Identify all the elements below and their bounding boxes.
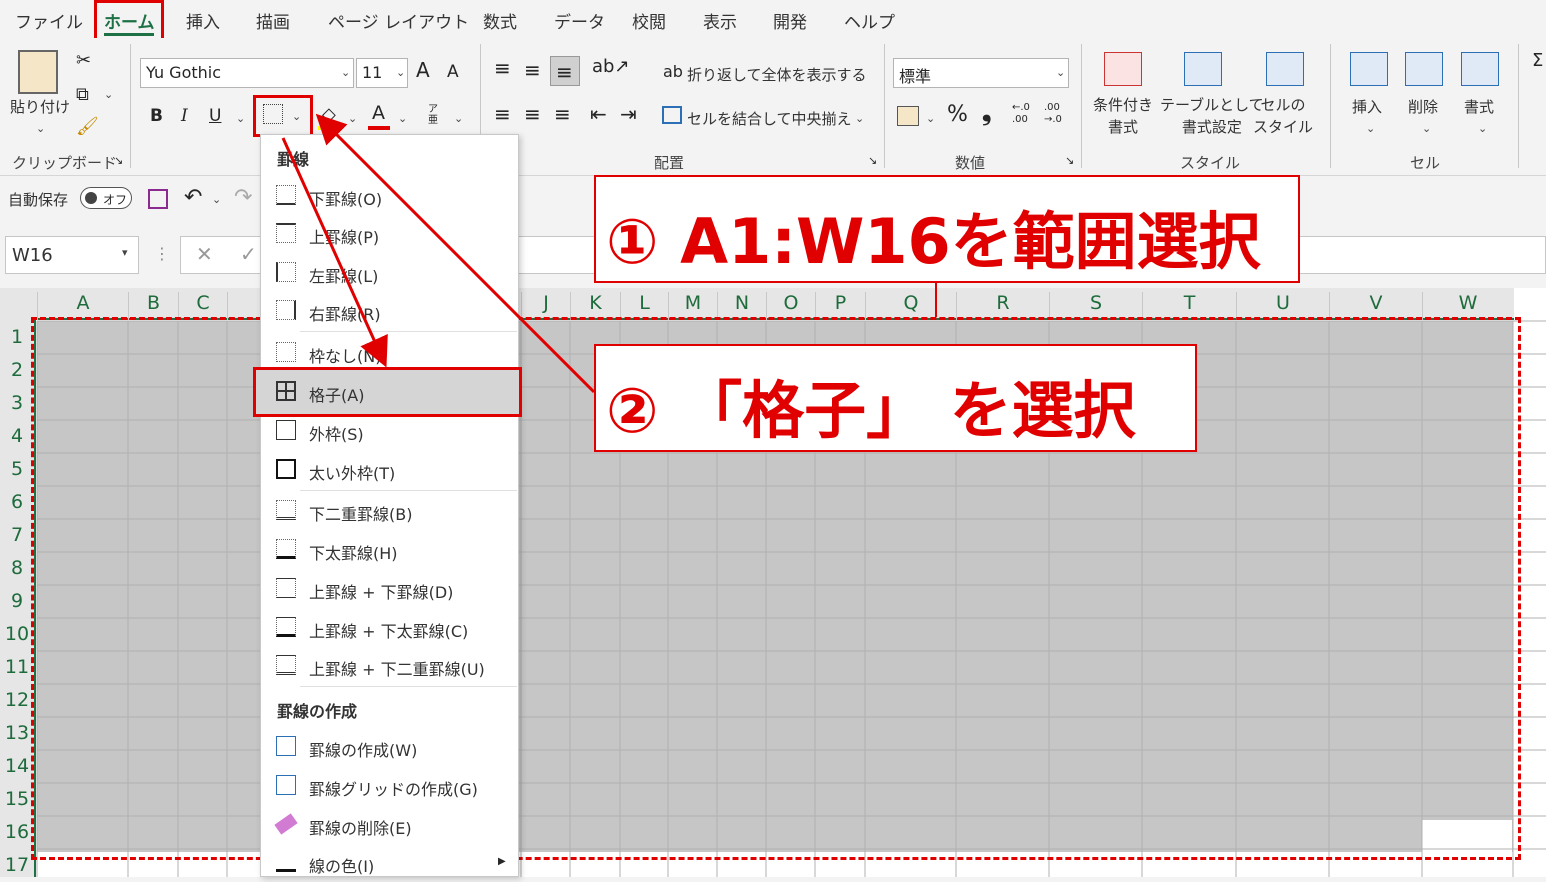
draw-border-grid-icon xyxy=(276,775,296,795)
menu-item-all-borders[interactable]: 格子(A) xyxy=(260,373,517,411)
top-bottom-border-icon xyxy=(276,578,296,598)
menu-item-thick-bottom-border[interactable]: 下太罫線(H) xyxy=(260,531,517,569)
menu-item-top-bottom-border[interactable]: 上罫線 + 下罫線(D) xyxy=(260,570,517,608)
menu-item-bottom-border[interactable]: 下罫線(O) xyxy=(260,177,517,215)
menu-item-thick-outside-borders[interactable]: 太い外枠(T) xyxy=(260,451,517,489)
menu-item-label: 下二重罫線(B) xyxy=(309,505,413,524)
menu-item-label: 上罫線 + 下太罫線(C) xyxy=(309,622,469,641)
menu-item-label: 外枠(S) xyxy=(309,425,364,444)
menu-heading-borders: 罫線 xyxy=(277,150,310,169)
eraser-icon xyxy=(274,813,298,835)
menu-item-draw-border[interactable]: 罫線の作成(W) xyxy=(260,728,517,766)
thick-bottom-border-icon xyxy=(276,539,296,559)
line-color-icon xyxy=(276,852,296,872)
menu-item-erase-border[interactable]: 罫線の削除(E) xyxy=(260,806,517,844)
menu-item-top-thick-bottom-border[interactable]: 上罫線 + 下太罫線(C) xyxy=(260,609,517,647)
top-thick-bottom-border-icon xyxy=(276,617,296,637)
callout-step2: ② 「格子」 を選択 xyxy=(594,344,1197,452)
menu-item-outside-borders[interactable]: 外枠(S) xyxy=(260,412,517,450)
menu-item-top-border[interactable]: 上罫線(P) xyxy=(260,215,517,253)
left-border-icon xyxy=(276,262,296,282)
right-border-icon xyxy=(276,300,296,320)
menu-item-label: 上罫線(P) xyxy=(309,228,380,247)
menu-item-left-border[interactable]: 左罫線(L) xyxy=(260,254,517,292)
menu-item-label: 格子(A) xyxy=(309,386,365,405)
top-border-icon xyxy=(276,223,296,243)
menu-item-label: 罫線の作成(W) xyxy=(309,741,418,760)
menu-item-label: 上罫線 + 下罫線(D) xyxy=(309,583,454,602)
menu-separator xyxy=(300,331,517,332)
all-borders-icon xyxy=(276,381,296,401)
menu-item-top-double-bottom-border[interactable]: 上罫線 + 下二重罫線(U) xyxy=(260,647,517,685)
callout-step1: ① A1:W16を範囲選択 xyxy=(594,175,1300,283)
thick-outside-borders-icon xyxy=(276,459,296,479)
menu-separator xyxy=(300,490,517,491)
menu-item-label: 罫線の削除(E) xyxy=(309,819,412,838)
menu-separator xyxy=(300,686,517,687)
menu-item-label: 右罫線(R) xyxy=(309,305,381,324)
outside-borders-icon xyxy=(276,420,296,440)
menu-item-draw-border-grid[interactable]: 罫線グリッドの作成(G) xyxy=(260,767,517,805)
menu-item-label: 下太罫線(H) xyxy=(309,544,398,563)
menu-item-label: 罫線グリッドの作成(G) xyxy=(309,780,478,799)
menu-item-label: 線の色(I) xyxy=(309,857,375,876)
bottom-border-icon xyxy=(276,185,296,205)
menu-item-line-color[interactable]: 線の色(I) ▶ xyxy=(260,844,517,882)
menu-item-label: 上罫線 + 下二重罫線(U) xyxy=(309,660,485,679)
menu-item-label: 下罫線(O) xyxy=(309,190,383,209)
no-border-icon xyxy=(276,342,296,362)
menu-item-label: 左罫線(L) xyxy=(309,267,379,286)
bottom-double-border-icon xyxy=(276,500,296,520)
menu-item-label: 枠なし(N) xyxy=(309,347,382,366)
menu-item-label: 太い外枠(T) xyxy=(309,464,396,483)
borders-menu-items: 罫線 下罫線(O) 上罫線(P) 左罫線(L) 右罫線(R) 枠なし(N) 格子… xyxy=(260,134,519,877)
menu-item-right-border[interactable]: 右罫線(R) xyxy=(260,292,517,330)
submenu-arrow-icon: ▶ xyxy=(498,856,506,867)
menu-item-no-border[interactable]: 枠なし(N) xyxy=(260,334,517,372)
top-double-bottom-border-icon xyxy=(276,655,296,675)
menu-heading-draw-borders: 罫線の作成 xyxy=(277,702,358,721)
draw-border-icon xyxy=(276,736,296,756)
menu-item-bottom-double-border[interactable]: 下二重罫線(B) xyxy=(260,492,517,530)
